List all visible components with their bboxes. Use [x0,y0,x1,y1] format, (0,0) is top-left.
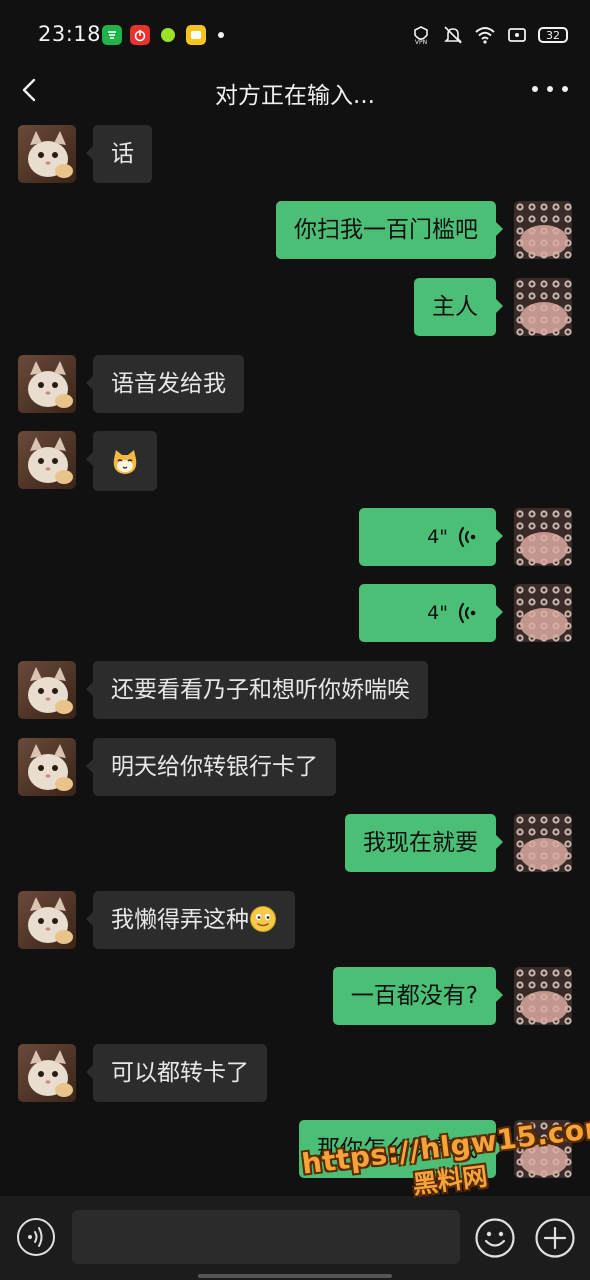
screen-icon [508,28,526,42]
message-bubble[interactable]: 你扫我一百门槛吧 [276,201,503,259]
contact-avatar[interactable] [18,355,76,413]
voice-toggle-icon [17,1218,55,1256]
voice-wave-icon [458,602,476,624]
notification-icons [102,25,224,45]
my-avatar[interactable] [514,278,572,336]
voice-message-bubble[interactable]: 4" [359,584,503,642]
status-time: 23:18 [38,22,102,46]
chat-header: 对方正在输入... [0,70,590,110]
cat-face-emoji-icon [113,449,137,474]
emoji-button[interactable] [474,1217,516,1259]
my-avatar[interactable] [514,584,572,642]
dot-icon [547,86,553,92]
more-functions-button[interactable] [534,1217,576,1259]
message-bubble[interactable]: 语音发给我 [86,355,244,413]
message-text: 我懒得弄这种 [111,907,249,933]
message-bubble[interactable]: 一百都没有? [332,967,504,1025]
contact-avatar[interactable] [18,431,76,489]
battery-indicator: 32 [538,27,568,43]
voice-duration: 4" [427,602,448,624]
voice-wave-icon [458,526,476,548]
emoji-icon [475,1218,515,1258]
more-options-button[interactable] [532,76,568,102]
voice-toggle-button[interactable] [16,1217,56,1257]
more-notifications-dot [218,32,224,38]
voice-message-bubble[interactable]: 4" [359,508,503,566]
my-avatar[interactable] [514,508,572,566]
vpn-label: VPN [415,39,427,46]
yellow-notes-icon [186,25,206,45]
voice-duration: 4" [427,526,448,548]
message-bubble[interactable]: 可以都转卡了 [86,1044,267,1102]
plus-icon [535,1218,575,1258]
vpn-icon: VPN [414,26,428,46]
contact-avatar[interactable] [18,1044,76,1102]
wechat-work-icon [102,25,122,45]
wifi-icon [475,27,495,44]
status-bar: 23:18 VPN 32 [0,0,590,70]
chat-title: 对方正在输入... [215,83,375,109]
dot-icon [562,86,568,92]
message-bubble[interactable] [86,431,157,491]
contact-avatar[interactable] [18,661,76,719]
message-bubble[interactable]: 主人 [414,278,503,336]
message-bubble[interactable]: 还要看看乃子和想听你娇喘唉 [86,661,428,719]
mute-icon [444,26,462,44]
dot-icon [532,86,538,92]
system-icons: VPN 32 [410,24,568,46]
home-indicator [198,1274,392,1278]
my-avatar[interactable] [514,201,572,259]
message-bubble[interactable]: 话 [86,125,152,183]
netease-music-icon [130,25,150,45]
contact-avatar[interactable] [18,125,76,183]
smiling-face-emoji-icon [250,906,276,932]
contact-avatar[interactable] [18,891,76,949]
green-dot-app-icon [158,25,178,45]
message-bubble[interactable]: 我现在就要 [345,814,503,872]
message-input[interactable] [72,1210,460,1264]
my-avatar[interactable] [514,967,572,1025]
message-bubble[interactable]: 我懒得弄这种 [86,891,295,949]
input-bar [0,1196,590,1280]
contact-avatar[interactable] [18,738,76,796]
my-avatar[interactable] [514,814,572,872]
message-bubble[interactable]: 明天给你转银行卡了 [86,738,336,796]
